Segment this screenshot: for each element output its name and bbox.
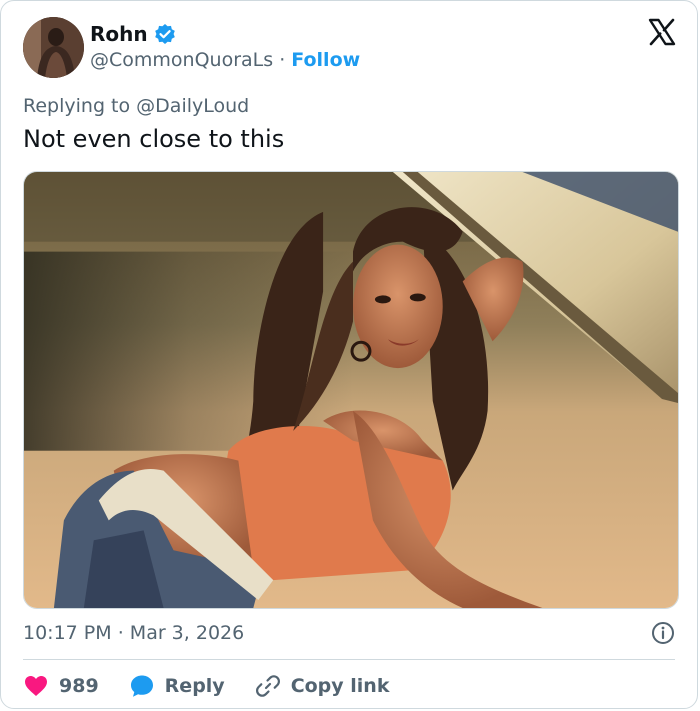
copy-link-label: Copy link — [290, 675, 390, 697]
author-handle[interactable]: @CommonQuoraLs — [90, 49, 273, 71]
replying-to: Replying to @DailyLoud — [23, 95, 249, 117]
tweet-card: Rohn @CommonQuoraLs · Follow Replying to… — [0, 0, 698, 709]
handle-separator: · — [279, 49, 286, 71]
avatar-image — [23, 17, 84, 78]
tweet-timestamp[interactable]: 10:17 PM · Mar 3, 2026 — [23, 622, 244, 644]
author-name-row: Rohn — [90, 22, 176, 46]
tweet-media-image[interactable] — [23, 171, 679, 609]
reply-label: Reply — [164, 675, 225, 697]
tweet-text: Not even close to this — [23, 125, 285, 153]
x-logo-icon[interactable] — [647, 17, 677, 47]
verified-badge-icon — [154, 24, 175, 44]
like-count: 989 — [59, 675, 99, 697]
timestamp-separator: · — [117, 622, 124, 644]
copy-link-button[interactable]: Copy link — [255, 673, 390, 699]
like-button[interactable]: 989 — [23, 673, 99, 699]
tweet-date: Mar 3, 2026 — [129, 622, 245, 644]
replying-to-prefix: Replying to — [23, 95, 131, 117]
info-icon[interactable] — [651, 621, 675, 645]
author-display-name[interactable]: Rohn — [90, 22, 148, 46]
reply-button[interactable]: Reply — [129, 673, 225, 699]
link-icon — [255, 675, 280, 697]
author-handle-row: @CommonQuoraLs · Follow — [90, 49, 360, 71]
heart-icon — [25, 676, 47, 696]
divider — [23, 659, 675, 660]
replying-to-mention[interactable]: @DailyLoud — [136, 95, 249, 117]
reply-bubble-icon — [130, 675, 153, 697]
follow-button[interactable]: Follow — [291, 49, 360, 71]
avatar[interactable] — [23, 17, 84, 78]
tweet-actions: 989 Reply Copy link — [23, 671, 419, 701]
media-photo — [24, 172, 678, 608]
tweet-time: 10:17 PM — [23, 622, 112, 644]
